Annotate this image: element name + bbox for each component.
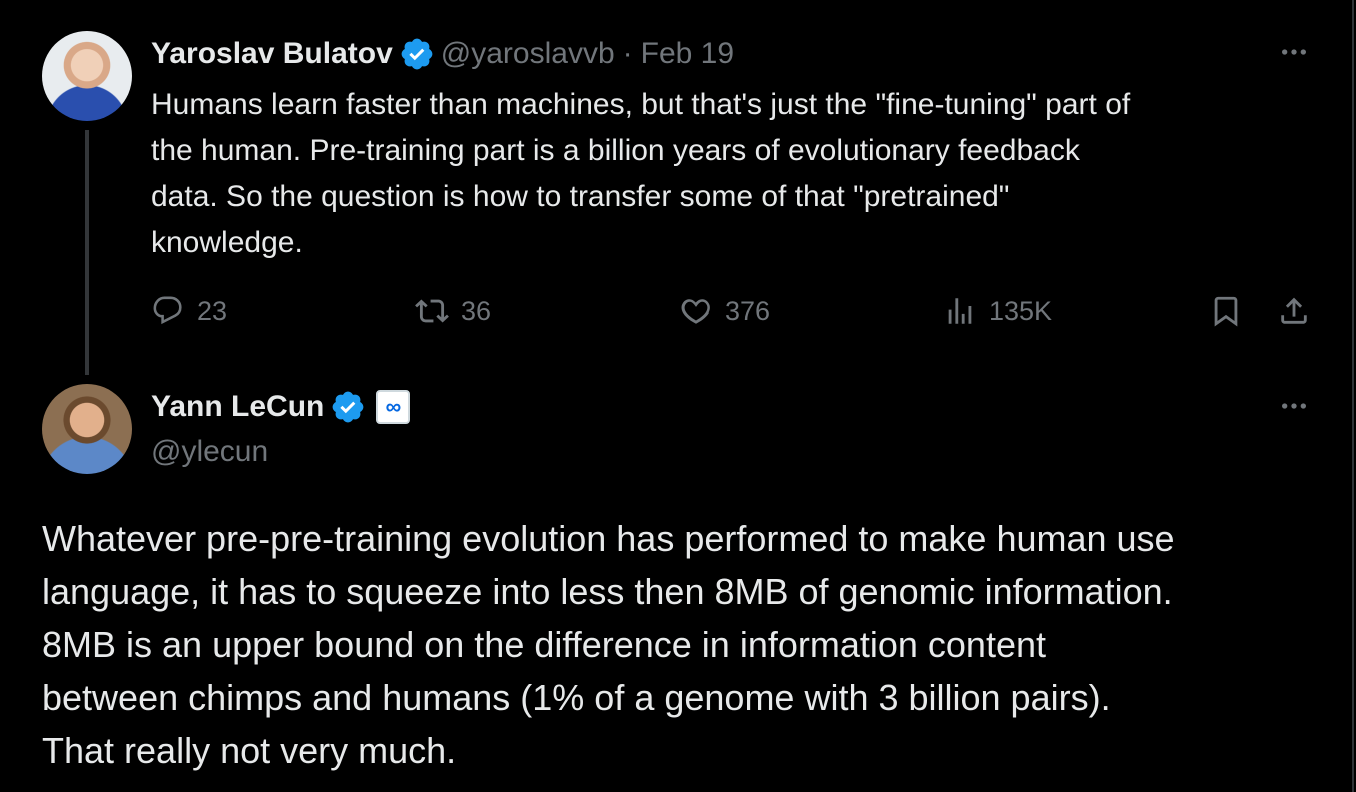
share-icon xyxy=(1281,297,1307,324)
views-chart-icon xyxy=(948,298,972,324)
separator-dot: · xyxy=(622,37,633,70)
more-options-icon[interactable] xyxy=(1274,32,1314,72)
author-name[interactable]: Yaroslav Bulatov xyxy=(151,34,393,74)
like-count: 376 xyxy=(725,295,771,326)
parent-tweet-header: Yaroslav Bulatov @yaroslavvb · Feb 19 xyxy=(151,34,734,74)
more-options-icon[interactable] xyxy=(1274,386,1314,426)
repost-count: 36 xyxy=(461,295,492,326)
verified-badge-icon xyxy=(332,391,364,423)
bookmark-icon xyxy=(1214,296,1238,327)
verified-badge-icon xyxy=(401,38,433,70)
thread-connector-line xyxy=(85,130,89,375)
parent-tweet-text: Humans learn faster than machines, but t… xyxy=(151,88,1131,259)
like-button[interactable]: 376 xyxy=(679,288,770,334)
heart-icon xyxy=(681,299,710,324)
reply-count: 23 xyxy=(197,295,228,326)
meta-logo-icon[interactable]: ∞ xyxy=(376,390,411,424)
repost-icon xyxy=(415,299,449,323)
views-button[interactable]: 135K xyxy=(943,288,1052,334)
views-count: 135K xyxy=(989,295,1053,326)
reply-icon xyxy=(153,296,182,325)
avatar-yaroslav[interactable] xyxy=(42,31,132,121)
bookmark-button[interactable] xyxy=(1209,288,1255,334)
tweet-thread: Yaroslav Bulatov @yaroslavvb · Feb 19 Hu… xyxy=(0,0,1354,792)
author-handle[interactable]: @yaroslavvb xyxy=(441,34,615,74)
tweet-actions-bar: 23 36 376 135K xyxy=(151,288,1321,334)
share-button[interactable] xyxy=(1277,288,1323,334)
main-tweet-header: Yann LeCun ∞ xyxy=(151,386,411,428)
repost-button[interactable]: 36 xyxy=(415,288,491,334)
avatar-yann-lecun[interactable] xyxy=(42,384,132,474)
reply-button[interactable]: 23 xyxy=(151,288,227,334)
tweet-date[interactable]: Feb 19 xyxy=(641,34,734,74)
author-handle[interactable]: @ylecun xyxy=(151,432,268,472)
main-tweet-text: Whatever pre-pre-training evolution has … xyxy=(42,518,1175,771)
author-name[interactable]: Yann LeCun xyxy=(151,390,324,424)
